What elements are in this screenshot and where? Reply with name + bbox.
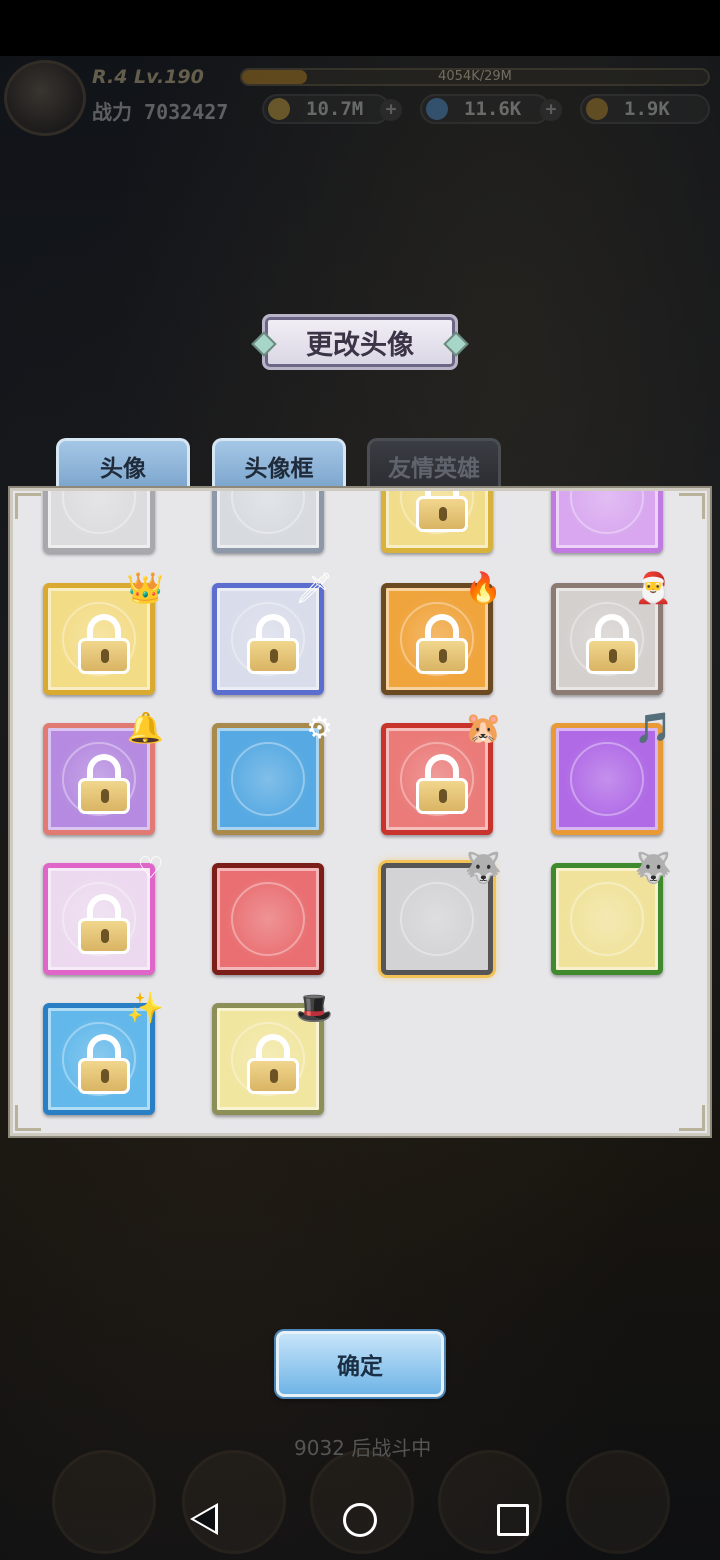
plus-icon: +	[540, 99, 562, 121]
lock-body	[78, 778, 130, 814]
avatar-frame-music-purple[interactable]: 🎵	[551, 714, 672, 835]
home-icon[interactable]	[343, 1503, 377, 1537]
token-amount: 1.9K	[624, 98, 670, 120]
gold-amount: 10.7M	[306, 98, 364, 120]
combat-power: 战力 7032427	[92, 100, 229, 124]
frame-sigil	[400, 882, 474, 956]
lock-icon	[78, 894, 130, 954]
avatar-frame-blue-sword[interactable]: 🗡	[212, 574, 333, 695]
panel-corner	[679, 493, 705, 519]
avatar-frame-christmas-hat[interactable]: 🎅	[551, 574, 672, 695]
lock-body	[247, 1058, 299, 1094]
frame-decoration-icon: 👑	[126, 571, 164, 606]
gem-amount: 11.6K	[464, 98, 522, 120]
frame-decoration-icon: ⚙	[306, 711, 333, 746]
frame-sigil	[62, 491, 136, 534]
avatar-frame-blue-gear[interactable]: ⚙	[212, 714, 333, 835]
frame-sigil	[231, 742, 305, 816]
lock-icon	[247, 1034, 299, 1094]
plus-icon: +	[380, 99, 402, 121]
lock-icon	[416, 491, 468, 532]
dialog-title: 更改头像	[262, 314, 458, 370]
frame-decoration-icon: 🐺	[634, 851, 672, 886]
gold-resource: 10.7M +	[262, 94, 402, 124]
avatar-frame-pink-crown[interactable]: ♡	[43, 854, 164, 975]
frame-decoration-icon: 🗡	[294, 571, 333, 606]
avatar-frame-silver-ornate[interactable]	[212, 491, 324, 553]
avatar-frame-winter-bell[interactable]: 🔔	[43, 714, 164, 835]
player-level: R.4 Lv.190	[92, 66, 204, 88]
frame-decoration-icon: 🎵	[634, 711, 672, 746]
frame-sigil	[570, 491, 644, 534]
avatar-frame-lucky-red[interactable]: 🐹	[381, 714, 502, 835]
avatar-frame-bunny-purple[interactable]: 🐰	[551, 491, 663, 553]
player-avatar	[4, 60, 86, 136]
token-resource: 1.9K	[580, 94, 710, 124]
tab-friend-hero[interactable]: 友情英雄	[367, 438, 501, 490]
player-hud: R.4 Lv.190 4054K/29M 战力 7032427 10.7M + …	[0, 58, 720, 136]
frame-sigil	[570, 742, 644, 816]
panel-corner	[15, 1105, 41, 1131]
frame-decoration-icon: 🐹	[464, 711, 502, 746]
lock-icon	[78, 1034, 130, 1094]
lock-body	[586, 638, 638, 674]
lock-body	[247, 638, 299, 674]
frame-decoration-icon: ♡	[137, 851, 164, 886]
back-icon[interactable]	[190, 1503, 218, 1535]
lock-body	[416, 638, 468, 674]
frame-decoration-icon: 🎅	[634, 571, 672, 606]
lock-body	[78, 1058, 130, 1094]
lock-icon	[416, 614, 468, 674]
status-bar	[0, 0, 720, 56]
lock-body	[78, 918, 130, 954]
lock-icon	[78, 614, 130, 674]
frame-decoration-icon: 🎩	[295, 991, 333, 1026]
frame-sigil	[231, 491, 305, 534]
lock-icon	[78, 754, 130, 814]
avatar-frame-husky-silver[interactable]: 🐺	[381, 854, 502, 975]
gem-icon	[426, 98, 448, 120]
lock-body	[416, 496, 468, 532]
tab-avatar-frame[interactable]: 头像框	[212, 438, 346, 490]
confirm-button[interactable]: 确定	[276, 1331, 444, 1397]
token-icon	[586, 98, 608, 120]
lock-icon	[416, 754, 468, 814]
xp-bar: 4054K/29M	[240, 68, 710, 86]
avatar-frame-silver-plain[interactable]	[43, 491, 155, 553]
frame-decoration-icon: ✨	[126, 991, 164, 1026]
lock-body	[78, 638, 130, 674]
xp-text: 4054K/29M	[438, 69, 512, 84]
lock-icon	[247, 614, 299, 674]
gem-resource: 11.6K +	[420, 94, 562, 124]
recent-apps-icon[interactable]	[497, 1504, 529, 1536]
panel-corner	[679, 1105, 705, 1131]
lock-body	[416, 778, 468, 814]
lock-icon	[586, 614, 638, 674]
frame-decoration-icon: 🐺	[464, 851, 502, 886]
avatar-frame-orange-flame[interactable]: 🔥	[381, 574, 502, 695]
tab-avatar[interactable]: 头像	[56, 438, 190, 490]
battle-status-text: 9032 后战斗中	[294, 1436, 432, 1460]
avatar-frame-top-hat[interactable]: 🎩	[212, 994, 333, 1115]
avatar-frame-gold[interactable]	[381, 491, 493, 553]
avatar-frame-dragon-red[interactable]	[212, 863, 324, 975]
frame-grid-panel[interactable]: 🐰 👑 🗡 🔥 🎅 🔔 ⚙ 🐹 🎵 ♡ 🐺 🐺 ✨ 🎩	[10, 488, 710, 1136]
avatar-frame-wolf-green[interactable]: 🐺	[551, 854, 672, 975]
avatar-frame-ice-blue[interactable]: ✨	[43, 994, 164, 1115]
frame-decoration-icon: 🔥	[464, 571, 502, 606]
avatar-frame-golden-crown[interactable]: 👑	[43, 574, 164, 695]
panel-corner	[15, 493, 41, 519]
frame-sigil	[570, 882, 644, 956]
frame-sigil	[231, 882, 305, 956]
frame-decoration-icon: 🔔	[126, 711, 164, 746]
gold-coin-icon	[268, 98, 290, 120]
